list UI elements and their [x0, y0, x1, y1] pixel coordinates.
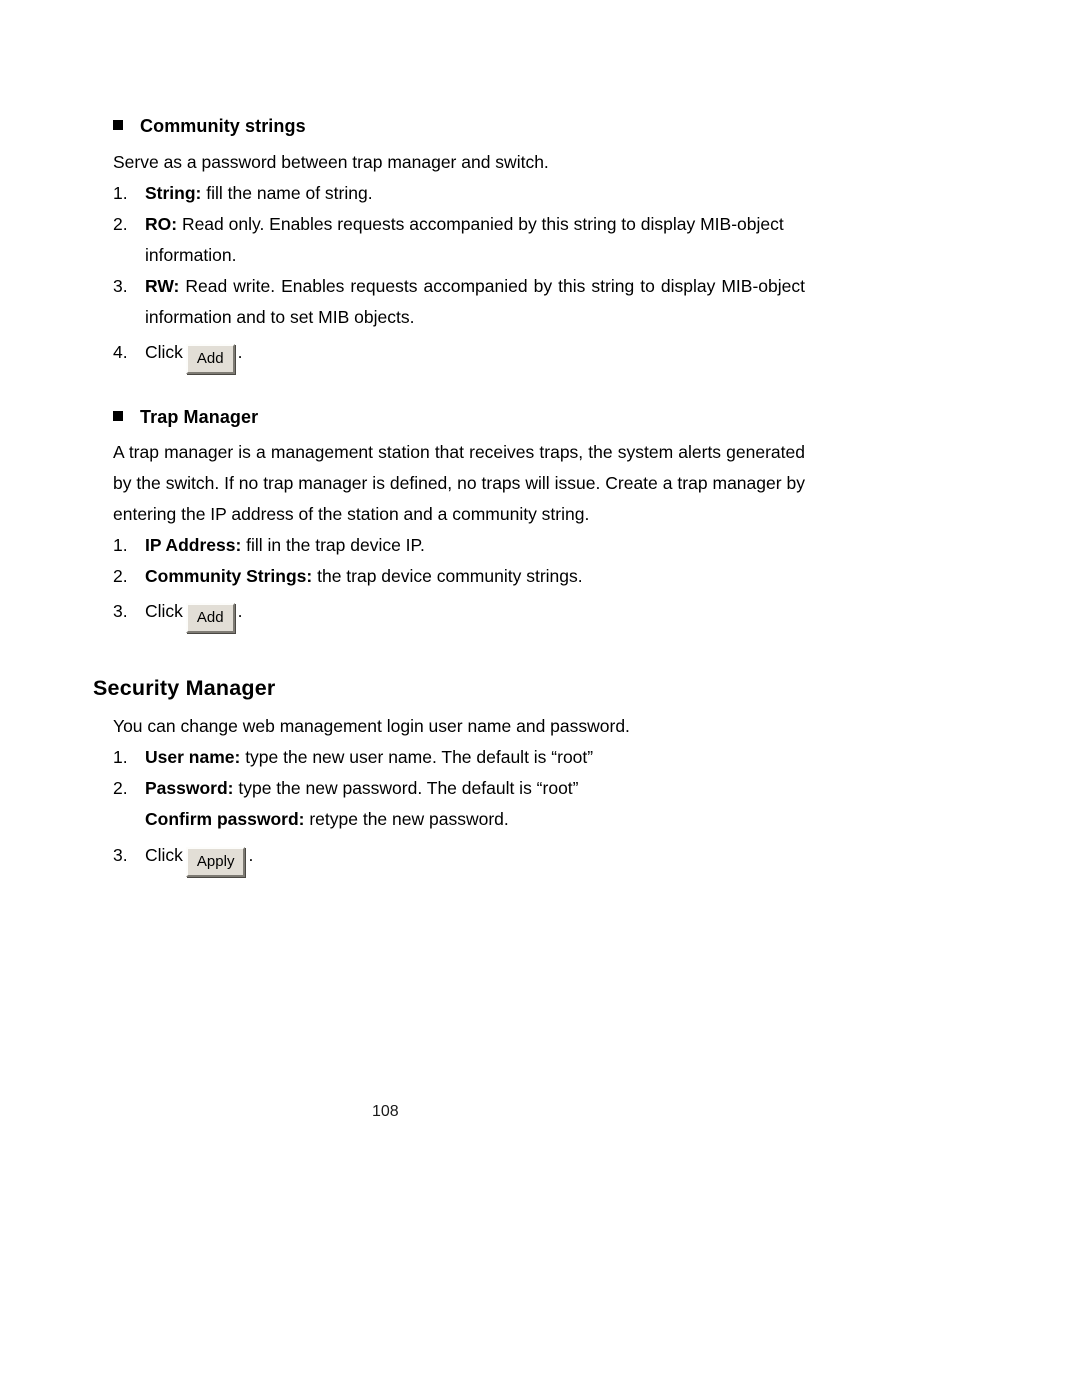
security-manager-intro: You can change web management login user… [113, 716, 630, 736]
list-item-label: User name: [145, 747, 241, 767]
list-item-number: 2. [113, 214, 128, 234]
list-item-body: String: fill the name of string. [145, 178, 813, 209]
list-item-label: RO: [145, 214, 178, 234]
list-item-number: 1. [113, 747, 128, 767]
list-item-body: Confirm password: retype the new passwor… [145, 804, 813, 835]
list-item: 3. Click Apply. [113, 840, 813, 877]
list-item-label: Password: [145, 778, 234, 798]
list-item-number: 4. [113, 342, 128, 362]
list-item: 1. IP Address: fill in the trap device I… [113, 530, 813, 561]
apply-button-wrapper: Apply [183, 840, 249, 877]
heading-community-strings-label: Community strings [140, 116, 306, 136]
list-item-number: 1. [113, 183, 128, 203]
square-bullet-icon [113, 411, 123, 421]
list-item-number: 2. [113, 566, 128, 586]
community-strings-intro: Serve as a password between trap manager… [113, 152, 549, 172]
apply-button[interactable]: Apply [185, 847, 246, 877]
list-item: 3. RW: Read write. Enables requests acco… [113, 271, 805, 333]
add-button[interactable]: Add [185, 603, 235, 633]
sentence-period: . [237, 601, 243, 621]
list-item: 2. Password: type the new password. The … [113, 773, 813, 804]
click-label: Click [145, 845, 183, 865]
heading-trap-manager: Trap Manager [113, 407, 258, 428]
list-item-text: fill the name of string. [201, 183, 373, 203]
heading-community-strings: Community strings [113, 116, 306, 137]
list-item-number: 3. [113, 601, 128, 621]
list-item: 2. Community Strings: the trap device co… [113, 561, 813, 592]
trap-manager-paragraph: A trap manager is a management station t… [113, 442, 805, 524]
list-item-text: type the new user name. The default is “… [240, 747, 594, 767]
list-item-continuation: Confirm password: retype the new passwor… [113, 804, 813, 835]
list-item-label: String: [145, 183, 202, 203]
list-item-body: RW: Read write. Enables requests accompa… [145, 271, 805, 333]
document-page: Community strings Serve as a password be… [0, 0, 1080, 1397]
list-item-body: Click Apply. [145, 840, 813, 877]
list-item-number: 1. [113, 535, 128, 555]
click-label: Click [145, 342, 183, 362]
list-item: 1. User name: type the new user name. Th… [113, 742, 813, 773]
list-item-body: Click Add. [145, 596, 813, 633]
sentence-period: . [237, 342, 243, 362]
list-item: 1. String: fill the name of string. [113, 178, 813, 209]
square-bullet-icon [113, 120, 123, 130]
list-item-body: RO: Read only. Enables requests accompan… [145, 209, 805, 271]
list-item-text: fill in the trap device IP. [241, 535, 425, 555]
list-item-text: Read write. Enables requests accompanied… [145, 276, 805, 327]
add-button-wrapper: Add [183, 337, 238, 374]
section-heading-security-manager: Security Manager [93, 676, 276, 700]
list-item-text: the trap device community strings. [312, 566, 583, 586]
list-item: 4. Click Add. [113, 337, 813, 374]
list-item-label: Confirm password: [145, 809, 305, 829]
list-item-body: Community Strings: the trap device commu… [145, 561, 813, 592]
list-item-label: Community Strings: [145, 566, 313, 586]
list-item-label: IP Address: [145, 535, 242, 555]
list-item-body: User name: type the new user name. The d… [145, 742, 813, 773]
list-item: 2. RO: Read only. Enables requests accom… [113, 209, 805, 271]
list-item-text: type the new password. The default is “r… [233, 778, 579, 798]
list-item-body: Click Add. [145, 337, 813, 374]
list-item-text: Read only. Enables requests accompanied … [145, 214, 784, 265]
list-item-number: 3. [113, 845, 128, 865]
list-item-text: retype the new password. [304, 809, 509, 829]
add-button[interactable]: Add [185, 344, 235, 374]
list-item: 3. Click Add. [113, 596, 813, 633]
list-item-body: IP Address: fill in the trap device IP. [145, 530, 813, 561]
page-number: 108 [372, 1103, 399, 1120]
list-item-body: Password: type the new password. The def… [145, 773, 813, 804]
click-label: Click [145, 601, 183, 621]
list-item-number: 3. [113, 276, 128, 296]
list-item-label: RW: [145, 276, 180, 296]
list-item-number: 2. [113, 778, 128, 798]
heading-trap-manager-label: Trap Manager [140, 407, 259, 427]
add-button-wrapper: Add [183, 596, 238, 633]
sentence-period: . [248, 845, 254, 865]
